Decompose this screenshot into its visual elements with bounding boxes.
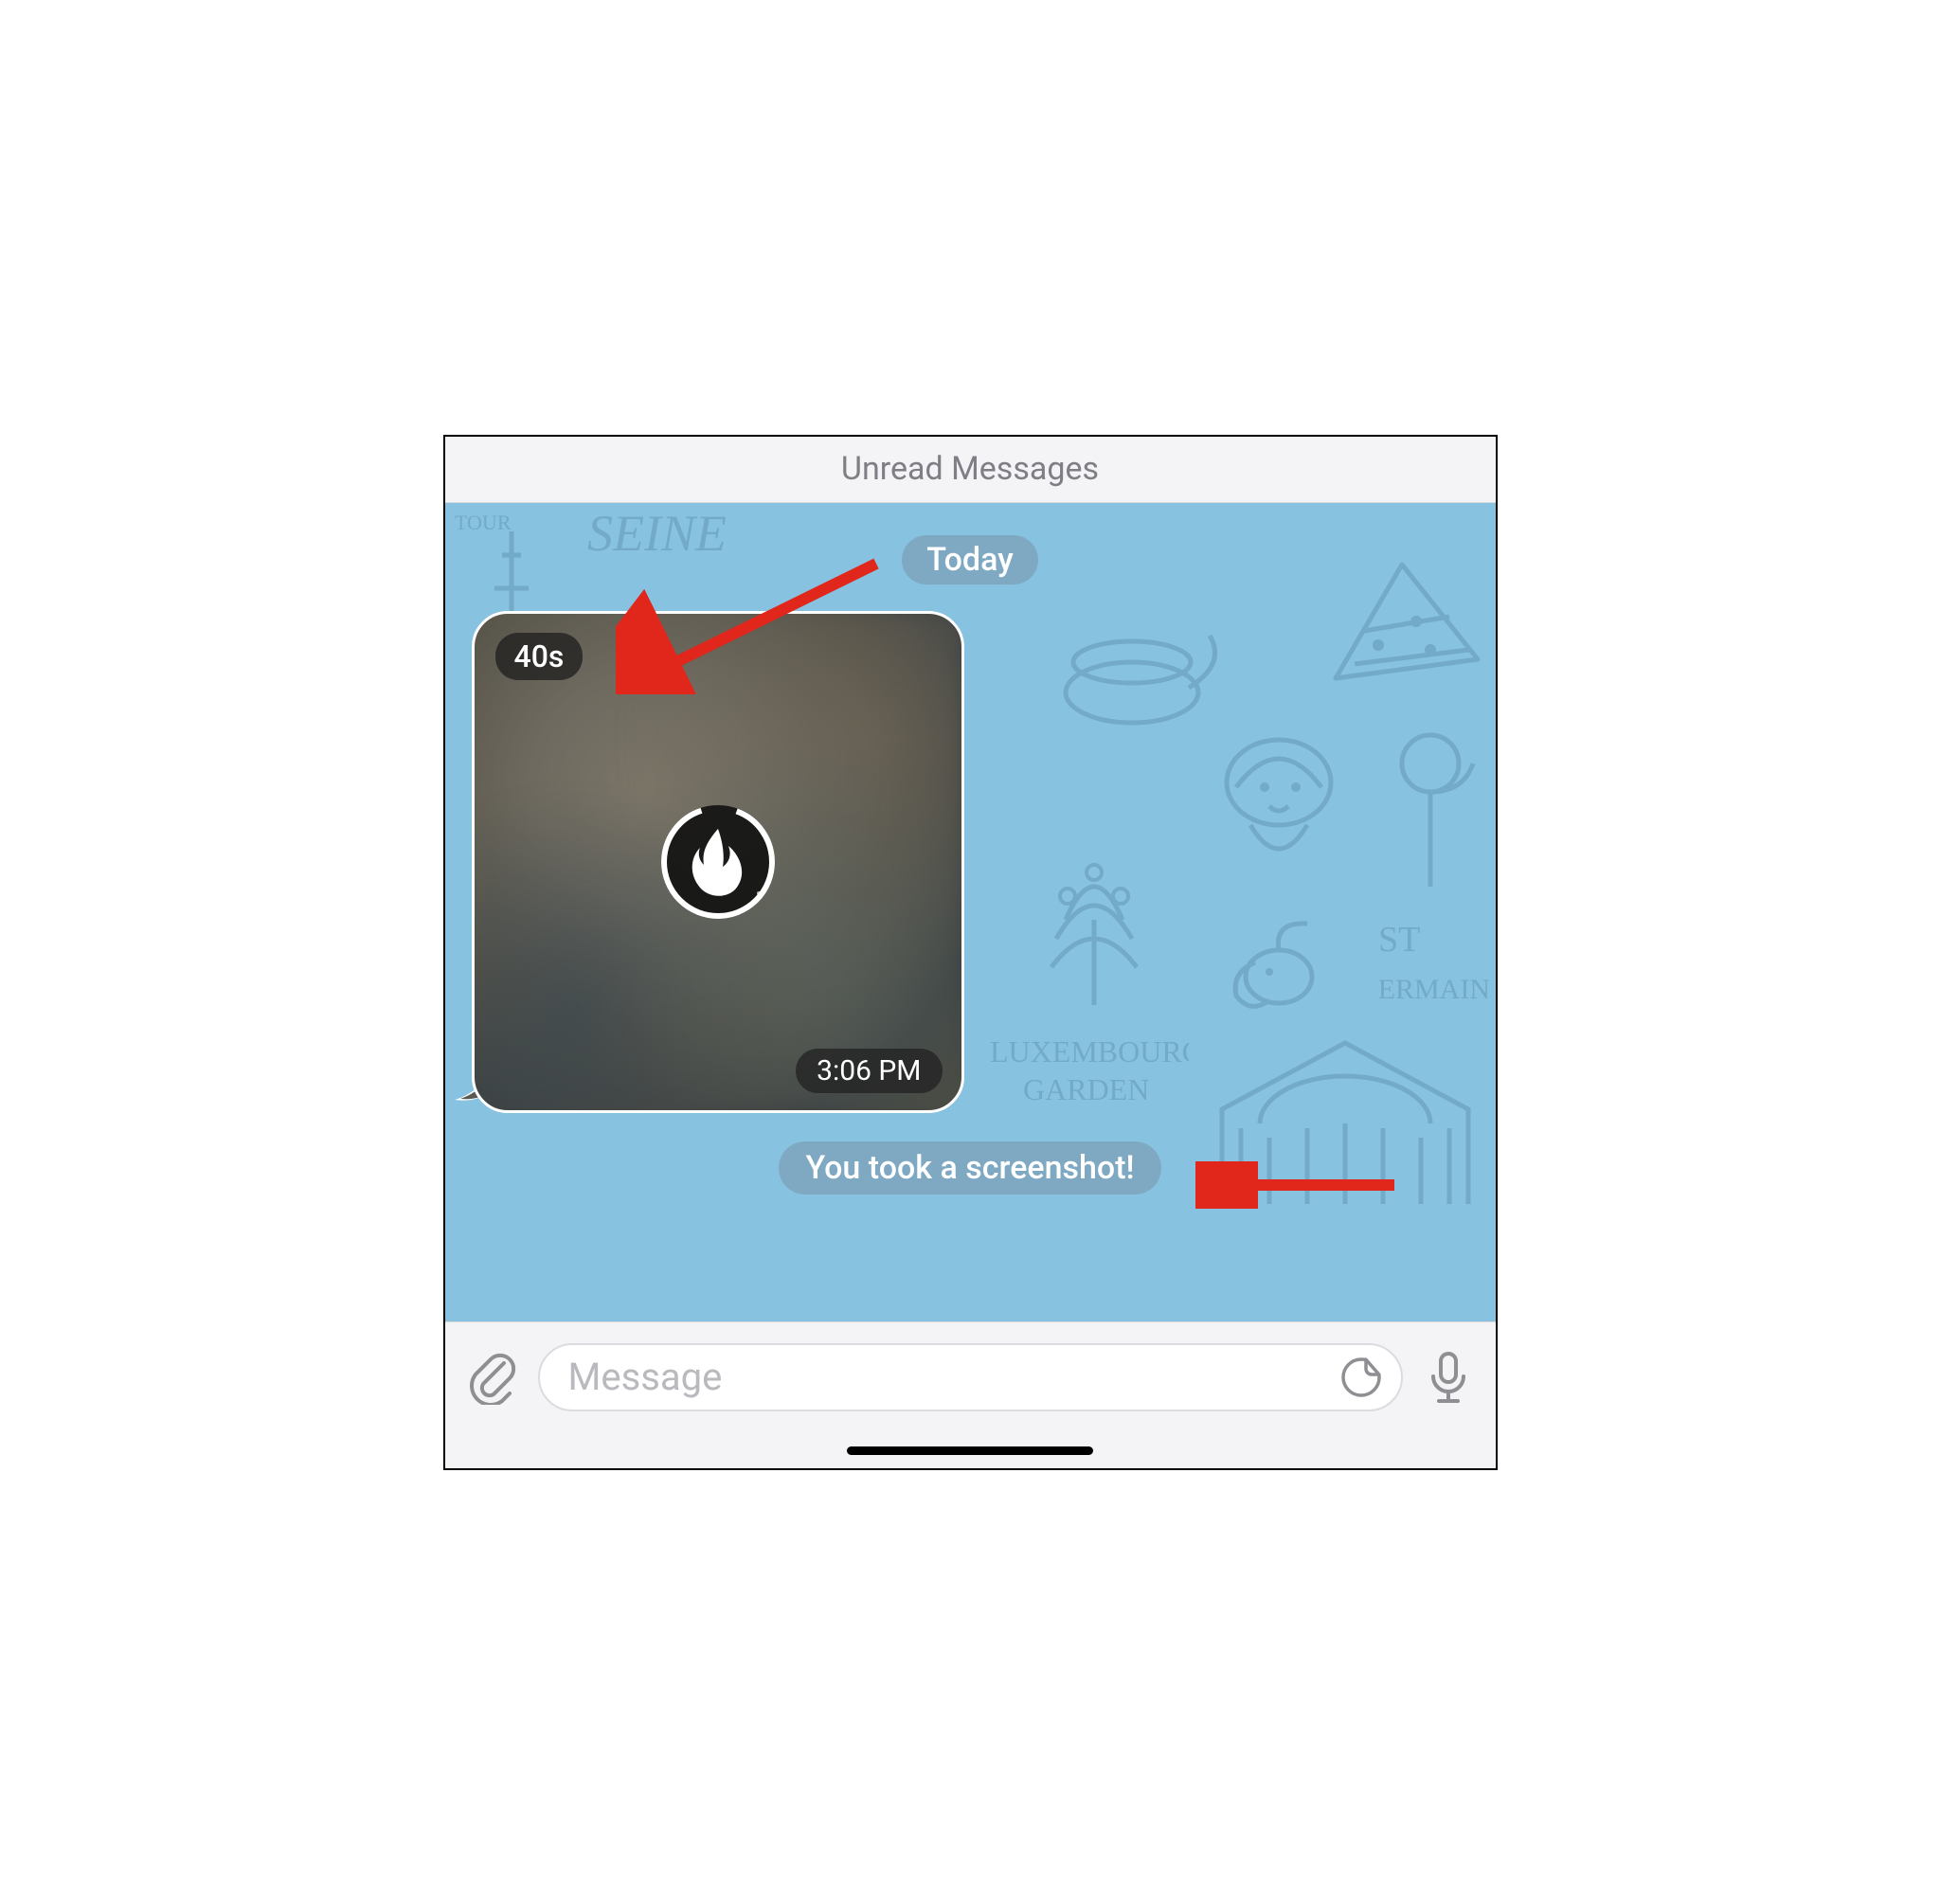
duration-label: 40s bbox=[514, 638, 565, 674]
app-window: Unread Messages bbox=[443, 435, 1498, 1470]
date-separator: Today bbox=[902, 535, 1038, 584]
svg-text:SEINE: SEINE bbox=[587, 505, 727, 562]
message-time-label: 3:06 PM bbox=[817, 1054, 921, 1087]
sticker-icon[interactable] bbox=[1338, 1355, 1384, 1400]
microphone-icon[interactable] bbox=[1420, 1349, 1477, 1406]
composer-bar: Message bbox=[445, 1321, 1496, 1468]
paperclip-icon[interactable] bbox=[464, 1349, 521, 1406]
incoming-message[interactable]: 40s 3:06 PM bbox=[472, 611, 964, 1113]
svg-text:ST: ST bbox=[1378, 920, 1420, 960]
self-destruct-media-bubble[interactable]: 40s 3:06 PM bbox=[472, 611, 964, 1113]
duration-badge: 40s bbox=[495, 633, 584, 680]
date-label: Today bbox=[926, 541, 1014, 579]
unread-header: Unread Messages bbox=[445, 437, 1496, 503]
svg-text:TOUR: TOUR bbox=[455, 512, 512, 534]
system-notice-label: You took a screenshot! bbox=[805, 1149, 1134, 1187]
flame-icon bbox=[656, 800, 780, 924]
svg-text:GARDEN: GARDEN bbox=[1023, 1072, 1149, 1106]
annotation-arrow-2 bbox=[1195, 1161, 1404, 1209]
message-input[interactable]: Message bbox=[538, 1343, 1403, 1411]
home-indicator bbox=[847, 1446, 1093, 1455]
message-placeholder: Message bbox=[568, 1355, 1338, 1399]
system-notice: You took a screenshot! bbox=[779, 1141, 1160, 1194]
chat-background[interactable]: LUXEMBOURG GARDEN ST GERMAIN TOUR SEINE … bbox=[445, 503, 1496, 1321]
unread-header-label: Unread Messages bbox=[841, 450, 1099, 488]
svg-text:LUXEMBOURG: LUXEMBOURG bbox=[990, 1034, 1189, 1069]
svg-text:GERMAIN: GERMAIN bbox=[1378, 974, 1490, 1005]
message-time-badge: 3:06 PM bbox=[796, 1049, 942, 1093]
